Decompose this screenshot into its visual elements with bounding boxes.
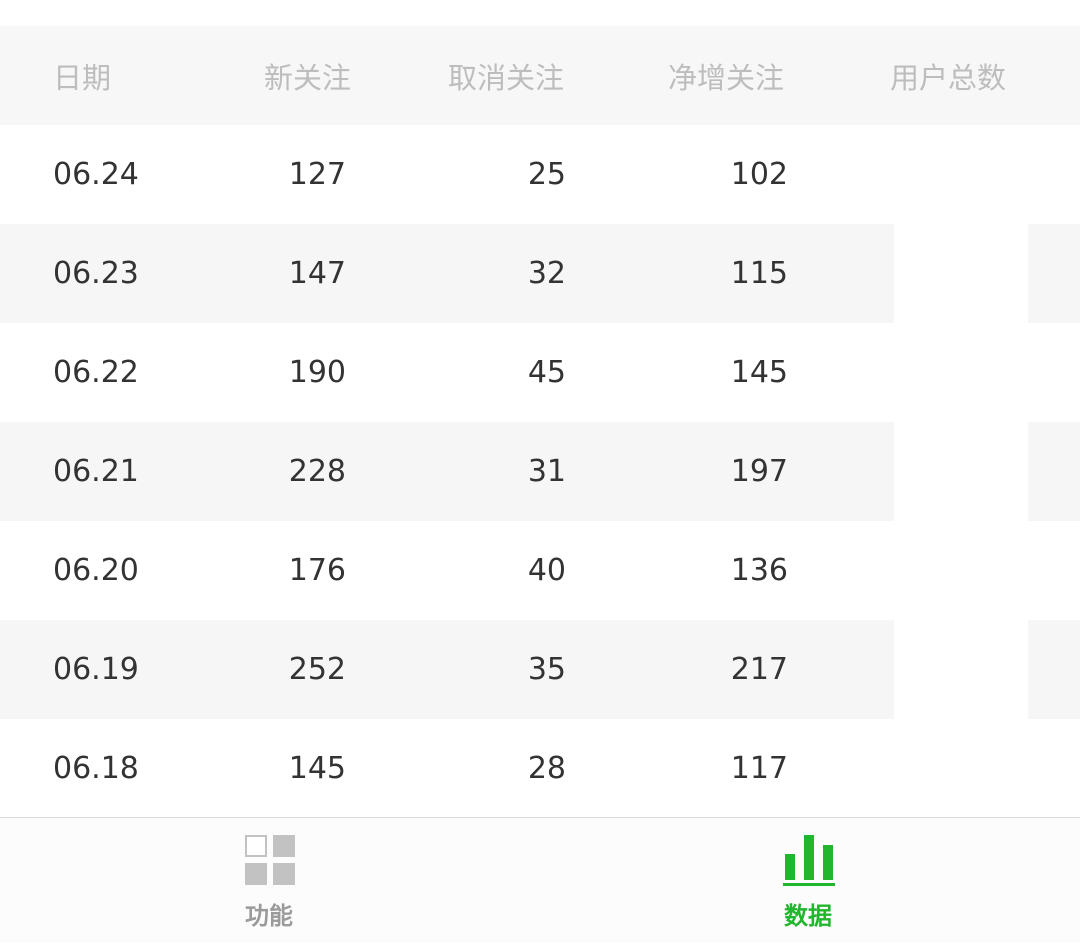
tab-features-label: 功能 [245,902,293,930]
cell-new-follows: 228 [288,454,346,489]
cell-new-follows: 190 [288,355,346,390]
header-unfollows[interactable]: 取消关注 [448,26,572,125]
cell-net-follows: 115 [730,256,788,291]
cell-net-follows: 197 [730,454,788,489]
table-row[interactable]: 06.19 252 35 217 [0,620,1080,719]
table-row[interactable]: 06.24 127 25 102 [0,125,1080,224]
cell-net-follows: 102 [730,157,788,192]
table-row[interactable]: 06.22 190 45 145 [0,323,1080,422]
cell-date: 06.22 [53,355,139,390]
cell-new-follows: 127 [288,157,346,192]
table-row[interactable]: 06.20 176 40 136 [0,521,1080,620]
grid-icon [244,834,296,886]
table-header: 日期 新关注 取消关注 净增关注 用户总数 [0,26,1080,125]
cell-date: 06.18 [53,751,139,786]
cell-unfollows: 31 [527,454,566,489]
bottom-tab-bar: 功能 数据 [0,817,1080,943]
tab-data[interactable]: 数据 [708,818,908,944]
header-net-follows[interactable]: 净增关注 [668,26,792,125]
cell-date: 06.23 [53,256,139,291]
tab-data-label: 数据 [784,902,832,930]
cell-unfollows: 35 [527,652,566,687]
table-row[interactable]: 06.18 145 28 117 [0,719,1080,818]
header-date[interactable]: 日期 [53,26,111,125]
cell-new-follows: 147 [288,256,346,291]
cell-unfollows: 28 [527,751,566,786]
table-row[interactable]: 06.23 147 32 115 [0,224,1080,323]
cell-net-follows: 217 [730,652,788,687]
table-row[interactable]: 06.21 228 31 197 [0,422,1080,521]
cell-net-follows: 136 [730,553,788,588]
cell-net-follows: 145 [730,355,788,390]
cell-net-follows: 117 [730,751,788,786]
cell-unfollows: 40 [527,553,566,588]
cell-date: 06.20 [53,553,139,588]
cell-unfollows: 45 [527,355,566,390]
cell-date: 06.24 [53,157,139,192]
cell-unfollows: 32 [527,256,566,291]
stats-table: 日期 新关注 取消关注 净增关注 用户总数 06.24 127 25 102 0… [0,26,1080,818]
cell-new-follows: 145 [288,751,346,786]
cell-date: 06.21 [53,454,139,489]
cell-date: 06.19 [53,652,139,687]
cell-unfollows: 25 [527,157,566,192]
tab-features[interactable]: 功能 [169,818,369,944]
cell-new-follows: 252 [288,652,346,687]
cell-new-follows: 176 [288,553,346,588]
header-new-follows[interactable]: 新关注 [200,26,351,125]
header-total-users[interactable]: 用户总数 [890,26,1014,125]
bar-chart-icon [783,834,835,886]
